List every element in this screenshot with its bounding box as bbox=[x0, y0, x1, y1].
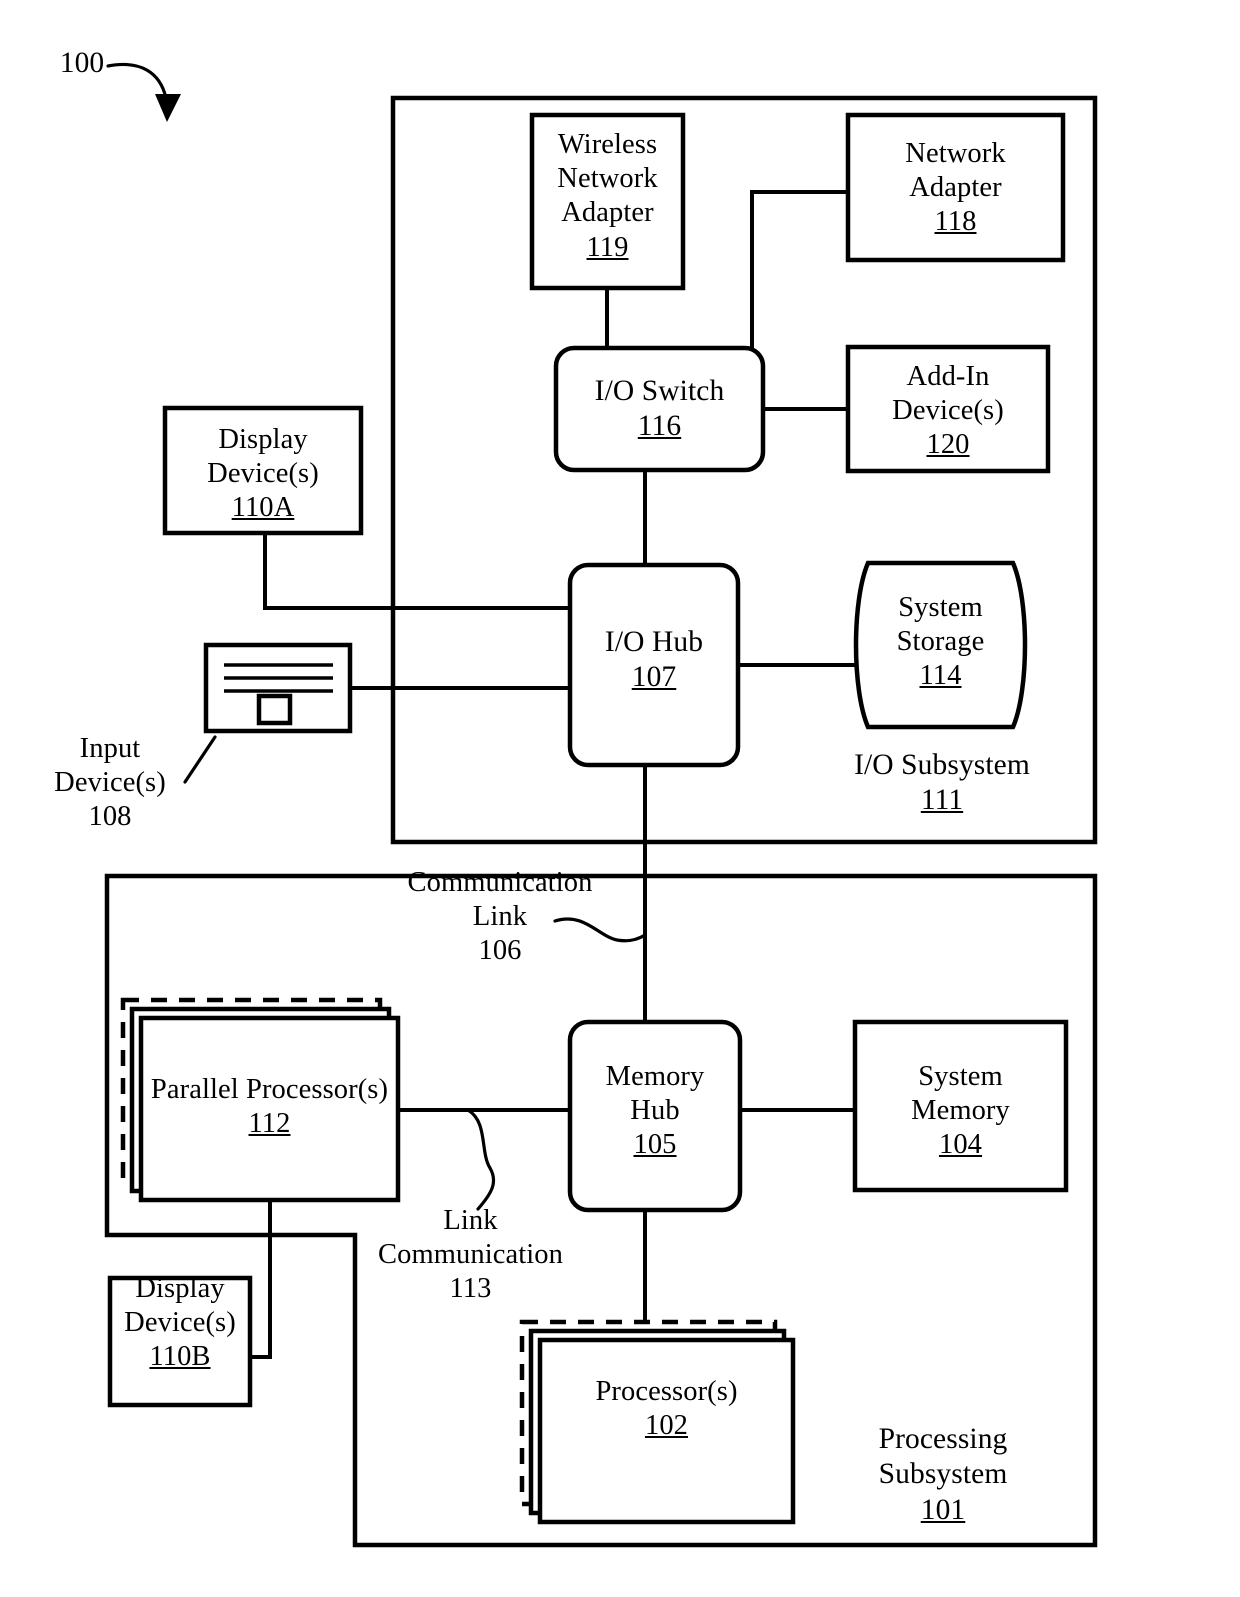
io-subsystem-label: I/O Subsystem 111 bbox=[854, 749, 1030, 817]
patent-figure-canvas: 100 Wireless Network Adapter 119 Network… bbox=[0, 0, 1240, 1597]
display-device-b-label: Display Device(s) 110B bbox=[124, 1273, 236, 1373]
figure-ref-leader bbox=[106, 62, 168, 100]
keyboard-icon-spacebar bbox=[256, 693, 293, 726]
parallel-processors-label: Parallel Processor(s) 112 bbox=[150, 1074, 389, 1140]
link-communication-113-label: Link Communication 113 bbox=[378, 1205, 563, 1305]
figure-ref-label: 100 bbox=[59, 47, 105, 79]
wireless-network-adapter-label: Wireless Network Adapter 119 bbox=[557, 129, 658, 263]
network-adapter-label: Network Adapter 118 bbox=[905, 138, 1006, 238]
io-switch-label: I/O Switch 116 bbox=[594, 375, 725, 443]
input-devices-label: Input Device(s) 108 bbox=[54, 733, 166, 833]
display-device-a-label: Display Device(s) 110A bbox=[207, 424, 319, 524]
curved-arrow-icon bbox=[155, 94, 181, 122]
memory-hub-label: Memory Hub 105 bbox=[605, 1061, 705, 1161]
processors-label: Processor(s) 102 bbox=[595, 1376, 738, 1442]
add-in-devices-label: Add-In Device(s) 120 bbox=[892, 361, 1004, 461]
communication-link-106-label: Communication Link 106 bbox=[407, 867, 593, 967]
system-storage-label: System Storage 114 bbox=[896, 592, 985, 692]
processing-subsystem-label: Processing Subsystem 101 bbox=[878, 1423, 1008, 1526]
io-hub-label: I/O Hub 107 bbox=[604, 626, 704, 694]
system-memory-label: System Memory 104 bbox=[911, 1061, 1010, 1161]
